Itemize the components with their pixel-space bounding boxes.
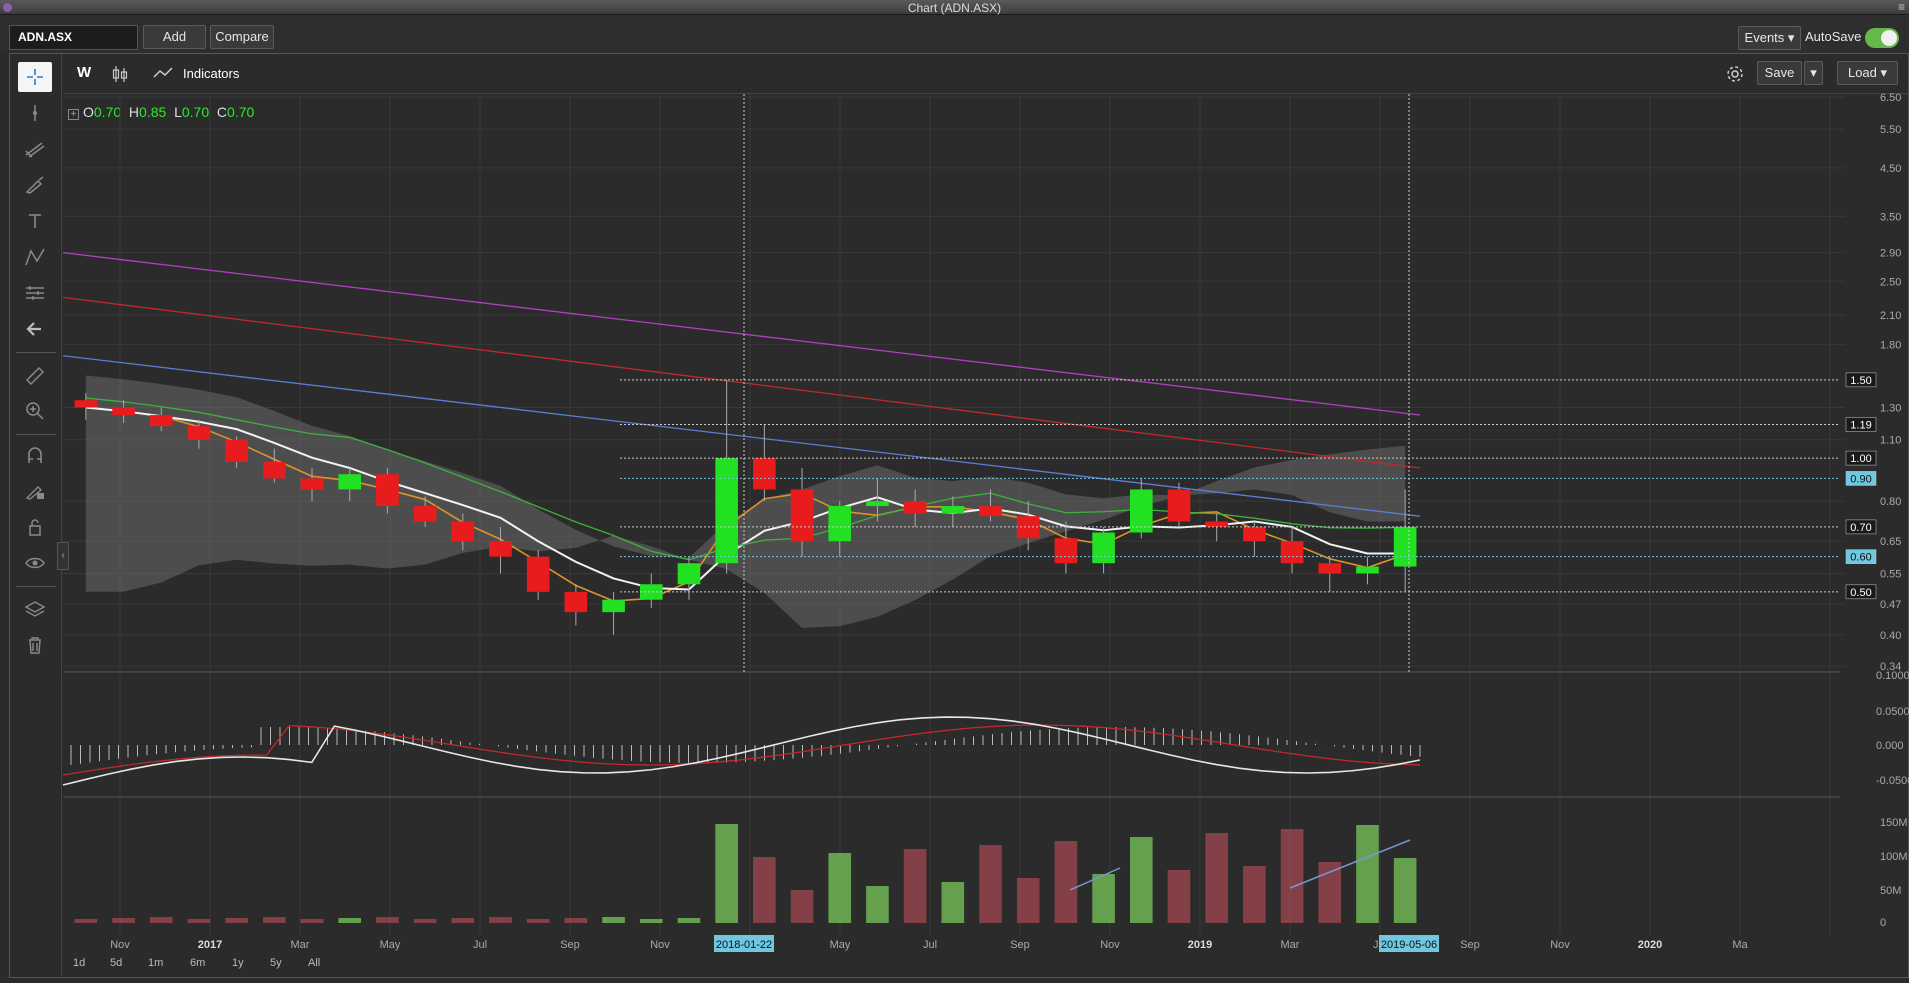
events-dropdown[interactable]: Events ▾ <box>1738 26 1801 50</box>
zoom-tool-icon[interactable] <box>18 396 52 426</box>
timeframe-1y[interactable]: 1y <box>232 957 244 969</box>
load-label: Load <box>1847 65 1877 80</box>
timeframe-5y[interactable]: 5y <box>270 957 282 969</box>
drawing-toolbar: ‹ <box>10 54 69 976</box>
autosave-toggle[interactable] <box>1865 28 1899 48</box>
open-value: 0.70 <box>93 104 122 120</box>
pattern-tool-icon[interactable] <box>18 242 52 272</box>
timeframe-1d[interactable]: 1d <box>73 957 85 969</box>
timeframe-1m[interactable]: 1m <box>148 957 163 969</box>
period-selector[interactable]: W <box>77 64 91 81</box>
back-arrow-icon[interactable] <box>18 314 52 344</box>
indicators-icon <box>153 66 173 83</box>
chart-header: W Indicators Save ▾ Load ▾ <box>63 54 1908 94</box>
high-value: 0.85 <box>139 104 167 120</box>
measure-tool-icon[interactable] <box>18 278 52 308</box>
magnet-icon[interactable] <box>18 440 52 470</box>
indicators-button[interactable]: Indicators <box>183 66 239 81</box>
toolbar-divider <box>16 352 56 353</box>
autosave-label: AutoSave <box>1805 29 1862 44</box>
window-titlebar: Chart (ADN.ASX) ≡ <box>0 0 1909 15</box>
crosshair-tool-icon[interactable] <box>18 62 52 92</box>
timeframe-6m[interactable]: 6m <box>190 957 205 969</box>
low-value: 0.70 <box>181 104 210 120</box>
window-title: Chart (ADN.ASX) <box>907 1 1002 15</box>
compare-button[interactable]: Compare <box>210 25 274 49</box>
chart-frame <box>9 53 1909 978</box>
toolbar-divider <box>16 434 56 435</box>
ohlc-legend: + O0.70 H0.85 L0.70 C0.70 <box>68 104 254 120</box>
low-label: L <box>174 104 182 120</box>
toolbar-divider <box>16 586 56 587</box>
save-button[interactable]: Save <box>1757 61 1802 85</box>
symbol-input[interactable]: ADN.ASX <box>9 25 138 50</box>
ruler-tool-icon[interactable] <box>18 360 52 390</box>
open-label: O <box>83 104 94 120</box>
trash-icon[interactable] <box>18 630 52 660</box>
caret-down-icon: ▾ <box>1787 30 1795 45</box>
close-value: 0.70 <box>227 104 255 120</box>
settings-gear-icon[interactable] <box>1725 64 1745 87</box>
brush-tool-icon[interactable] <box>18 170 52 200</box>
fib-tool-icon[interactable] <box>18 134 52 164</box>
save-menu-caret-icon[interactable]: ▾ <box>1804 61 1823 85</box>
timeframe-All[interactable]: All <box>308 957 320 969</box>
high-label: H <box>128 104 140 120</box>
lock-drawing-icon[interactable] <box>18 476 52 506</box>
add-button[interactable]: Add <box>143 25 206 49</box>
line-tool-icon[interactable] <box>18 98 52 128</box>
top-toolbar: ADN.ASX Add Compare Events ▾ AutoSave <box>0 15 1909 53</box>
legend-expand-icon[interactable]: + <box>68 109 79 120</box>
window-menu-icon[interactable]: ≡ <box>1898 0 1905 14</box>
collapse-toolbar-icon[interactable]: ‹ <box>57 542 69 570</box>
layers-icon[interactable] <box>18 594 52 624</box>
timeframe-5d[interactable]: 5d <box>110 957 122 969</box>
lock-icon[interactable] <box>18 512 52 542</box>
close-label: C <box>216 104 228 120</box>
events-label: Events <box>1744 30 1785 45</box>
chart-type-candle-icon[interactable] <box>111 64 129 87</box>
eye-icon[interactable] <box>18 548 52 578</box>
load-button[interactable]: Load ▾ <box>1837 61 1898 85</box>
text-tool-icon[interactable] <box>18 206 52 236</box>
